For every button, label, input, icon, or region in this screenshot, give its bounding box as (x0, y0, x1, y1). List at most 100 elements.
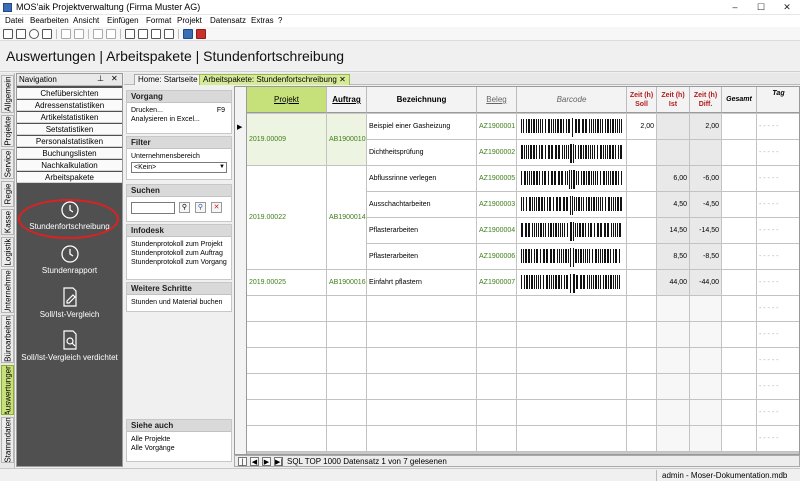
nav-big-stundenrapport[interactable]: Stundenrapport (17, 244, 122, 275)
vtab-allgemein[interactable]: Allgemein (1, 75, 14, 113)
col-header-barcode[interactable]: Barcode (517, 87, 627, 113)
next-record-icon[interactable]: ▶ (262, 457, 271, 466)
excel-link[interactable]: Analysieren in Excel... (127, 115, 231, 124)
clear-search-icon[interactable]: ✕ (211, 202, 222, 213)
nav-item-setstatistiken[interactable]: Setstatistiken (17, 124, 122, 135)
menu-ansicht[interactable]: Ansicht (73, 16, 99, 25)
print-icon[interactable] (16, 29, 26, 39)
nav-big-soll-ist-vergleich[interactable]: Soll/Ist-Vergleich (17, 286, 122, 319)
search-doc-icon[interactable] (125, 29, 135, 39)
nav-item-nachkalkulation[interactable]: Nachkalkulation (17, 160, 122, 171)
menu-datensatz[interactable]: Datensatz (210, 16, 246, 25)
vtab-regie[interactable]: Regie (1, 181, 14, 207)
col-header-diff[interactable]: Zeit (h) Diff. (690, 87, 722, 113)
search-icon[interactable]: ⚲ (179, 202, 190, 213)
nav-item-artikelstatistiken[interactable]: Artikelstatistiken (17, 112, 122, 123)
vtab-service[interactable]: Service (1, 149, 14, 179)
col-header-gesamt[interactable]: Gesamt (722, 87, 757, 113)
empty-cell (477, 322, 517, 348)
drucken-link[interactable]: Drucken... F9 (127, 106, 231, 115)
unternehmensbereich-select[interactable]: <Kein> ▼ (131, 162, 227, 173)
weitere-link[interactable]: Stunden und Material buchen (127, 298, 231, 307)
preview-icon[interactable] (29, 29, 39, 39)
col-header-auftrag[interactable]: Auftrag (327, 87, 367, 113)
nav-item-personalstatistiken[interactable]: Personalstatistiken (17, 136, 122, 147)
calendar-icon[interactable] (138, 29, 148, 39)
barcode-cell (517, 114, 627, 140)
prev-record-icon[interactable]: ◀ (250, 457, 259, 466)
col-header-tag[interactable]: Tag (757, 87, 799, 113)
ist-cell: 8,50 (657, 244, 690, 270)
section-suchen: Suchen ⚲ ⚲ ✕ (126, 184, 232, 222)
undo-icon[interactable] (61, 29, 71, 39)
col-header-ist[interactable]: Zeit (h) Ist (657, 87, 690, 113)
down-icon[interactable] (106, 29, 116, 39)
navigation-panel: Navigation ⊥ ✕ Chefübersichten Adressens… (16, 73, 123, 467)
window-title: MOS'aik Projektverwaltung (Firma Muster … (16, 2, 201, 12)
menu-extras[interactable]: Extras (251, 16, 274, 25)
section-infodesk: Infodesk Stundenprotokoll zum Projekt St… (126, 224, 232, 280)
nav-item-chefuebersichten[interactable]: Chefübersichten (17, 88, 122, 99)
nav-item-adressenstatistiken[interactable]: Adressenstatistiken (17, 100, 122, 111)
maximize-button[interactable]: ☐ (748, 0, 774, 15)
bezeichnung-cell: Pflasterarbeiten (367, 218, 477, 244)
vtab-logistik[interactable]: Logistik (1, 237, 14, 267)
user-blue-icon[interactable] (183, 29, 193, 39)
copy-icon[interactable] (164, 29, 174, 39)
col-header-projekt[interactable]: Projekt (247, 87, 327, 113)
nav-item-arbeitspakete[interactable]: Arbeitspakete (17, 172, 122, 183)
menu-format[interactable]: Format (146, 16, 171, 25)
close-icon[interactable]: ✕ (111, 74, 118, 83)
siehe-link[interactable]: Alle Vorgänge (127, 444, 231, 453)
gesamt-cell (722, 270, 757, 296)
col-header-bezeichnung[interactable]: Bezeichnung (367, 87, 477, 113)
infodesk-link[interactable]: Stundenprotokoll zum Projekt (127, 240, 231, 249)
diff-cell: -14,50 (690, 218, 722, 244)
vtab-unternehmer[interactable]: Unternehmer (1, 269, 14, 313)
menu-bearbeiten[interactable]: Bearbeiten (30, 16, 69, 25)
vtab-auswertungen[interactable]: Auswertungen (1, 365, 14, 415)
empty-cell (657, 322, 690, 348)
empty-cell (657, 426, 690, 452)
tab-home[interactable]: Home: Startseite (134, 74, 202, 85)
tab-stundenfortschreibung[interactable]: Arbeitspakete: Stundenfortschreibung ✕ (199, 74, 350, 85)
nav-item-buchungslisten[interactable]: Buchungslisten (17, 148, 122, 159)
minimize-button[interactable]: – (722, 0, 748, 15)
search-input[interactable] (131, 202, 175, 214)
section-weitere-schritte: Weitere Schritte Stunden und Material bu… (126, 282, 232, 312)
menu-projekt[interactable]: Projekt (177, 16, 202, 25)
tab-close-icon[interactable]: ✕ (339, 75, 346, 84)
infodesk-link[interactable]: Stundenprotokoll zum Auftrag (127, 249, 231, 258)
menu-datei[interactable]: Datei (5, 16, 24, 25)
col-header-beleg[interactable]: Beleg (477, 87, 517, 113)
empty-cell (722, 374, 757, 400)
vtab-bueroarbeiten[interactable]: Büroarbeiten (1, 315, 14, 363)
first-record-icon[interactable]: |◀ (238, 457, 247, 475)
close-button[interactable]: ✕ (774, 0, 800, 15)
vtab-kasse[interactable]: Kasse (1, 209, 14, 235)
search-next-icon[interactable]: ⚲ (195, 202, 206, 213)
empty-cell (517, 348, 627, 374)
infodesk-link[interactable]: Stundenprotokoll zum Vorgang (127, 258, 231, 267)
navigation-header: Navigation ⊥ ✕ (17, 74, 122, 86)
delete-icon[interactable] (151, 29, 161, 39)
vtab-projekte[interactable]: Projekte (1, 115, 14, 147)
new-icon[interactable] (3, 29, 13, 39)
user-red-icon[interactable] (196, 29, 206, 39)
redo-icon[interactable] (74, 29, 84, 39)
col-header-soll[interactable]: Zeit (h) Soll (627, 87, 657, 113)
last-record-icon[interactable]: ▶| (274, 457, 283, 466)
menu-einfuegen[interactable]: Einfügen (107, 16, 139, 25)
empty-cell (627, 348, 657, 374)
app-icon (3, 3, 12, 12)
section-title: Weitere Schritte (127, 283, 231, 295)
mail-icon[interactable] (42, 29, 52, 39)
vtab-stammdaten[interactable]: Stammdaten (1, 417, 14, 463)
bezeichnung-cell: Dichtheitsprüfung (367, 140, 477, 166)
barcode-image (520, 195, 622, 215)
menu-help[interactable]: ? (278, 16, 282, 25)
pin-icon[interactable]: ⊥ (97, 74, 104, 83)
siehe-link[interactable]: Alle Projekte (127, 435, 231, 444)
nav-big-soll-ist-vergleich-verdichtet[interactable]: Soll/Ist-Vergleich verdichtet (17, 329, 122, 362)
up-icon[interactable] (93, 29, 103, 39)
